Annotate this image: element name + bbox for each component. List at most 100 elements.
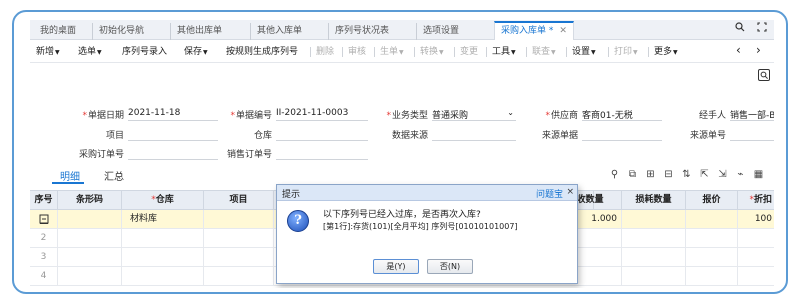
col-price[interactable]: 报价: [686, 191, 738, 210]
data-source-label: 数据来源: [391, 131, 428, 141]
cell-barcode[interactable]: [58, 248, 122, 266]
cell-price[interactable]: [686, 248, 738, 266]
tab-purchase-inbound[interactable]: 采购入库单 * ✕: [494, 21, 574, 40]
prev-icon[interactable]: ‹: [736, 43, 741, 57]
import-icon[interactable]: ⇲: [716, 168, 729, 181]
cell-barcode[interactable]: [58, 267, 122, 285]
col-discount[interactable]: *折扣: [738, 191, 774, 210]
expand-icon[interactable]: [754, 22, 770, 38]
audit-button[interactable]: 审核: [348, 45, 366, 59]
close-icon[interactable]: ✕: [559, 26, 567, 36]
handler-label: 经手人: [698, 111, 726, 121]
tab-label: 其他出库单: [177, 26, 223, 36]
cell-warehouse[interactable]: 材料库: [122, 210, 204, 228]
cell-warehouse[interactable]: [122, 267, 204, 285]
tools-button[interactable]: 工具▼: [492, 45, 516, 59]
cell-project[interactable]: [204, 267, 274, 285]
row-edit-icon[interactable]: [30, 210, 58, 228]
export-icon[interactable]: ⇱: [698, 168, 711, 181]
doc-no-field[interactable]: II-2021-11-0003: [276, 108, 368, 121]
src-doc-field[interactable]: [582, 128, 662, 141]
tab-other-inbound[interactable]: 其他入库单: [250, 23, 308, 40]
handler-field[interactable]: 销售一部-B: [730, 108, 774, 121]
cell-loss-qty[interactable]: [622, 267, 686, 285]
cell-barcode[interactable]: [58, 210, 122, 228]
col-loss-qty[interactable]: 损耗数量: [622, 191, 686, 210]
tab-desktop[interactable]: 我的桌面: [34, 23, 82, 40]
divider: [648, 47, 649, 57]
dialog-message: 以下序列号已经入过库，是否再次入库?: [323, 210, 481, 220]
dialog-titlebar[interactable]: 提示 问题宝 ×: [277, 185, 577, 201]
change-button[interactable]: 变更: [460, 45, 478, 59]
cell-barcode[interactable]: [58, 229, 122, 247]
cell-project[interactable]: [204, 248, 274, 266]
cell-loss-qty[interactable]: [622, 210, 686, 228]
supplier-field[interactable]: 客商01-无税: [582, 108, 662, 121]
ruler-icon[interactable]: ⌁: [734, 168, 747, 181]
insert-row-icon[interactable]: ⊞: [644, 168, 657, 181]
project-field[interactable]: [128, 128, 218, 141]
col-warehouse[interactable]: *仓库: [122, 191, 204, 210]
new-button[interactable]: 新增▼: [36, 45, 60, 59]
so-no-field[interactable]: [276, 147, 368, 160]
location-pin-icon[interactable]: ⚲: [608, 168, 621, 181]
tab-options[interactable]: 选项设置: [416, 23, 465, 40]
locate-icon[interactable]: [758, 69, 770, 81]
doc-date-field[interactable]: 2021-11-18: [128, 108, 218, 121]
doc-date-label: *单据日期: [82, 111, 124, 121]
tab-detail[interactable]: 明细: [60, 168, 80, 183]
col-barcode[interactable]: 条形码: [58, 191, 122, 210]
serial-entry-button[interactable]: 序列号录入: [122, 45, 167, 59]
detail-tabs: 明细 汇总 ⚲ ⧉ ⊞ ⊟ ⇅ ⇱ ⇲ ⌁ ▦: [30, 166, 774, 186]
generate-serial-button[interactable]: 按规则生成序列号: [226, 45, 298, 59]
divider: [454, 47, 455, 57]
biz-type-select[interactable]: 普通采购 ⌄: [432, 108, 516, 121]
cell-warehouse[interactable]: [122, 248, 204, 266]
cell-loss-qty[interactable]: [622, 229, 686, 247]
cell-project[interactable]: [204, 210, 274, 228]
tab-label: 初始化导航: [99, 26, 145, 36]
cell-discount[interactable]: 100: [738, 210, 774, 228]
screenshot-frame: 我的桌面 初始化导航 其他出库单 其他入库单 序列号状况表 选项设置 采购入库单…: [12, 10, 788, 294]
cell-price[interactable]: [686, 229, 738, 247]
no-button[interactable]: 否(N): [427, 259, 473, 274]
cell-warehouse[interactable]: [122, 229, 204, 247]
data-source-field[interactable]: [432, 128, 516, 141]
dialog-brand-link[interactable]: 问题宝: [536, 187, 563, 200]
divider: [486, 47, 487, 57]
divider: [310, 47, 311, 57]
tab-init-nav[interactable]: 初始化导航: [92, 23, 150, 40]
col-project[interactable]: 项目: [204, 191, 274, 210]
delete-button[interactable]: 删除: [316, 45, 334, 59]
print-button[interactable]: 打印▼: [614, 45, 638, 59]
search-icon[interactable]: [732, 22, 748, 38]
save-button[interactable]: 保存▼: [184, 45, 208, 59]
cell-price[interactable]: [686, 267, 738, 285]
cell-project[interactable]: [204, 229, 274, 247]
row-number: 4: [30, 267, 58, 285]
select-doc-button[interactable]: 选单▼: [78, 45, 102, 59]
yes-button[interactable]: 是(Y): [373, 259, 419, 274]
cell-price[interactable]: [686, 210, 738, 228]
next-icon[interactable]: ›: [756, 43, 761, 57]
column-settings-icon[interactable]: ▦: [752, 168, 765, 181]
delete-row-icon[interactable]: ⊟: [662, 168, 675, 181]
src-no-field[interactable]: [730, 128, 774, 141]
settings-button[interactable]: 设置▼: [572, 45, 596, 59]
more-button[interactable]: 更多▼: [654, 45, 678, 59]
close-icon[interactable]: ×: [566, 187, 574, 197]
warehouse-field[interactable]: [276, 128, 368, 141]
col-seq[interactable]: 序号: [30, 191, 58, 210]
doc-no-label: *单据编号: [230, 111, 272, 121]
tab-other-outbound[interactable]: 其他出库单: [170, 23, 228, 40]
tab-summary[interactable]: 汇总: [104, 168, 124, 183]
app-window: 我的桌面 初始化导航 其他出库单 其他入库单 序列号状况表 选项设置 采购入库单…: [30, 20, 774, 288]
sort-icon[interactable]: ⇅: [680, 168, 693, 181]
copy-icon[interactable]: ⧉: [626, 168, 639, 181]
generate-doc-button[interactable]: 生单▼: [380, 45, 404, 59]
tab-serial-status[interactable]: 序列号状况表: [328, 23, 395, 40]
po-no-field[interactable]: [128, 147, 218, 160]
convert-button[interactable]: 转换▼: [420, 45, 444, 59]
query-button[interactable]: 联查▼: [532, 45, 556, 59]
cell-loss-qty[interactable]: [622, 248, 686, 266]
